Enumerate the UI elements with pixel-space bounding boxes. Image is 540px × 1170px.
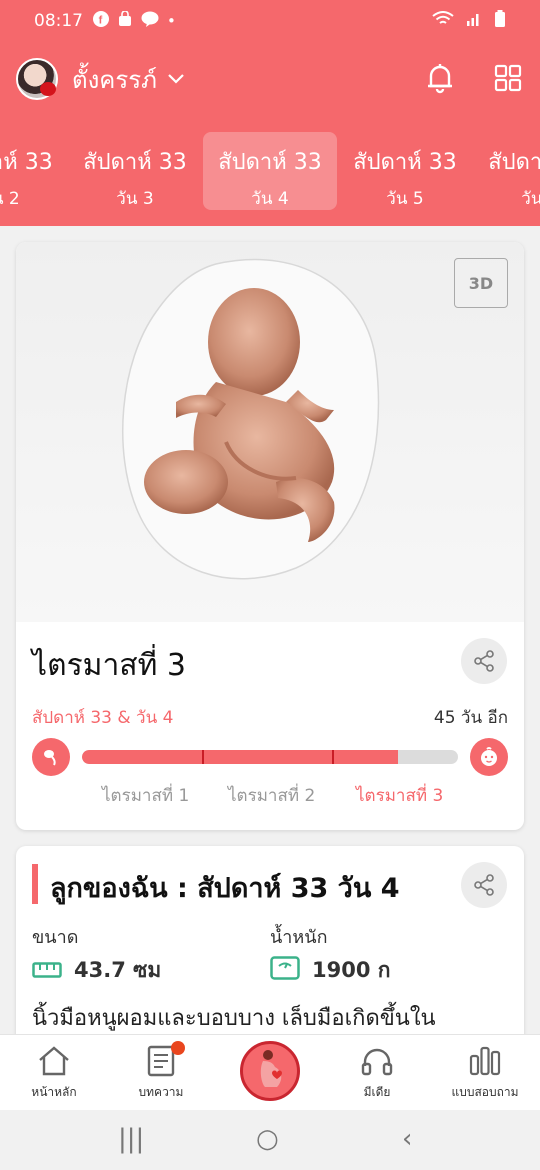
nav-media[interactable]: มีเดีย (327, 1045, 427, 1102)
title-accent (32, 864, 38, 904)
signal-icon (466, 11, 482, 32)
day-tab-active[interactable]: สัปดาห์ 33 วัน 4 (203, 132, 337, 210)
weight-value: 1900 ก (312, 958, 391, 982)
share-icon[interactable] (461, 638, 507, 684)
wifi-icon (432, 10, 454, 32)
system-nav-bar: ||| ○ ‹ (0, 1110, 540, 1170)
nav-articles[interactable]: บทความ (111, 1041, 211, 1102)
share-icon[interactable] (461, 862, 507, 908)
facebook-icon: f (93, 11, 109, 31)
baby-icon (470, 738, 508, 776)
grid-menu-icon[interactable] (494, 64, 522, 92)
day-tab-week: สัปดาห์ 33 (353, 150, 457, 175)
user-name[interactable]: ตั้งครรภ์ (72, 60, 157, 99)
home-button[interactable]: ○ (256, 1124, 279, 1154)
status-dot: • (167, 12, 176, 30)
baby-info-card: ลูกของฉัน : สัปดาห์ 33 วัน 4 ขนาด 43.7 ซ… (16, 846, 524, 1046)
home-icon (4, 1045, 104, 1077)
size-value: 43.7 ซม (74, 958, 162, 982)
ruler-icon (32, 959, 62, 983)
weight-label: น้ำหนัก (270, 927, 328, 948)
day-tab-week: สัปดาห์ 33 (488, 150, 540, 175)
nav-home-label: หน้าหลัก (31, 1085, 77, 1099)
trimester-title: ไตรมาสที่ 3 (32, 648, 187, 683)
nav-poll[interactable]: แบบสอบถาม (435, 1045, 535, 1102)
avatar[interactable] (16, 58, 58, 100)
chevron-down-icon[interactable] (167, 69, 185, 90)
day-tab[interactable]: สัปดาห์ 33 วัน 6 (473, 132, 540, 210)
baby-description: นิ้วมือหนูผอมและบอบบาง เล็บมือเกิดขึ้นใน (32, 1006, 436, 1031)
day-tab-week: สัปดาห์ 33 (0, 150, 53, 175)
trimester-label-1: ไตรมาสที่ 1 (102, 786, 190, 806)
bell-icon[interactable] (426, 62, 454, 94)
trimester-label-2: ไตรมาสที่ 2 (228, 786, 316, 806)
3d-view-icon[interactable]: 3D (454, 258, 508, 308)
poll-icon (435, 1045, 535, 1077)
pregnancy-progress-bar (82, 750, 458, 764)
day-tab[interactable]: สัปดาห์ 33 วัน 5 (338, 132, 472, 210)
shopping-bag-icon (117, 10, 133, 31)
size-label: ขนาด (32, 927, 79, 948)
nav-home[interactable]: หน้าหลัก (4, 1045, 104, 1102)
svg-text:f: f (99, 15, 103, 27)
trimester-label-3: ไตรมาสที่ 3 (356, 786, 444, 806)
nav-media-label: มีเดีย (363, 1085, 391, 1099)
day-tab-day: วัน 3 (116, 189, 154, 209)
bottom-nav: หน้าหลัก บทความ มีเดีย แบบสอบถาม (0, 1034, 540, 1110)
sperm-icon (32, 738, 70, 776)
status-time: 08:17 (34, 11, 83, 31)
trimester-divider (332, 750, 334, 764)
day-tab-day: วัน 4 (251, 189, 289, 209)
day-tab-week: สัปดาห์ 33 (218, 150, 322, 175)
app-header: 08:17 f • ตั้งครรภ์ ห์ 33 2 สัปดาห์ 33 ว… (0, 0, 540, 226)
fetus-image[interactable] (16, 242, 524, 622)
nav-poll-label: แบบสอบถาม (451, 1085, 519, 1099)
article-icon (111, 1041, 211, 1077)
day-tab[interactable]: สัปดาห์ 33 วัน 3 (68, 132, 202, 210)
day-tab[interactable]: สัปดาห์ 33 วัน 2 (0, 132, 68, 210)
back-button[interactable]: ‹ (402, 1124, 412, 1154)
trimester-divider (202, 750, 204, 764)
pregnancy-center-button[interactable] (240, 1041, 300, 1101)
day-selector[interactable]: สัปดาห์ 33 วัน 2 สัปดาห์ 33 วัน 3 สัปดาห… (0, 128, 540, 212)
headphones-icon (327, 1045, 427, 1077)
day-tab-day: วัน 5 (386, 189, 424, 209)
day-tab-day: วัน 6 (521, 189, 540, 209)
pregnancy-icon (253, 1049, 287, 1093)
nav-articles-label: บทความ (138, 1085, 184, 1099)
scale-icon (270, 956, 300, 985)
day-tab-week: สัปดาห์ 33 (83, 150, 187, 175)
progress-current-label: สัปดาห์ 33 & วัน 4 (32, 708, 174, 728)
notification-dot (171, 1041, 185, 1055)
top-bar: ตั้งครรภ์ (0, 52, 540, 106)
weight-stat: 1900 ก (270, 954, 390, 987)
line-icon (141, 11, 159, 31)
status-bar: 08:17 f • (0, 0, 540, 42)
battery-icon (494, 9, 506, 33)
day-tab-day: วัน 2 (0, 189, 20, 209)
fetus-card: 3D ไตรมาสที่ 3 สัปดาห์ 33 & วัน 4 45 วัน… (16, 242, 524, 830)
baby-card-title: ลูกของฉัน : สัปดาห์ 33 วัน 4 (50, 873, 400, 904)
size-stat: 43.7 ซม (32, 954, 161, 987)
recents-button[interactable]: ||| (118, 1124, 144, 1154)
progress-fill (82, 750, 398, 764)
days-remaining-label: 45 วัน อีก (433, 708, 508, 728)
